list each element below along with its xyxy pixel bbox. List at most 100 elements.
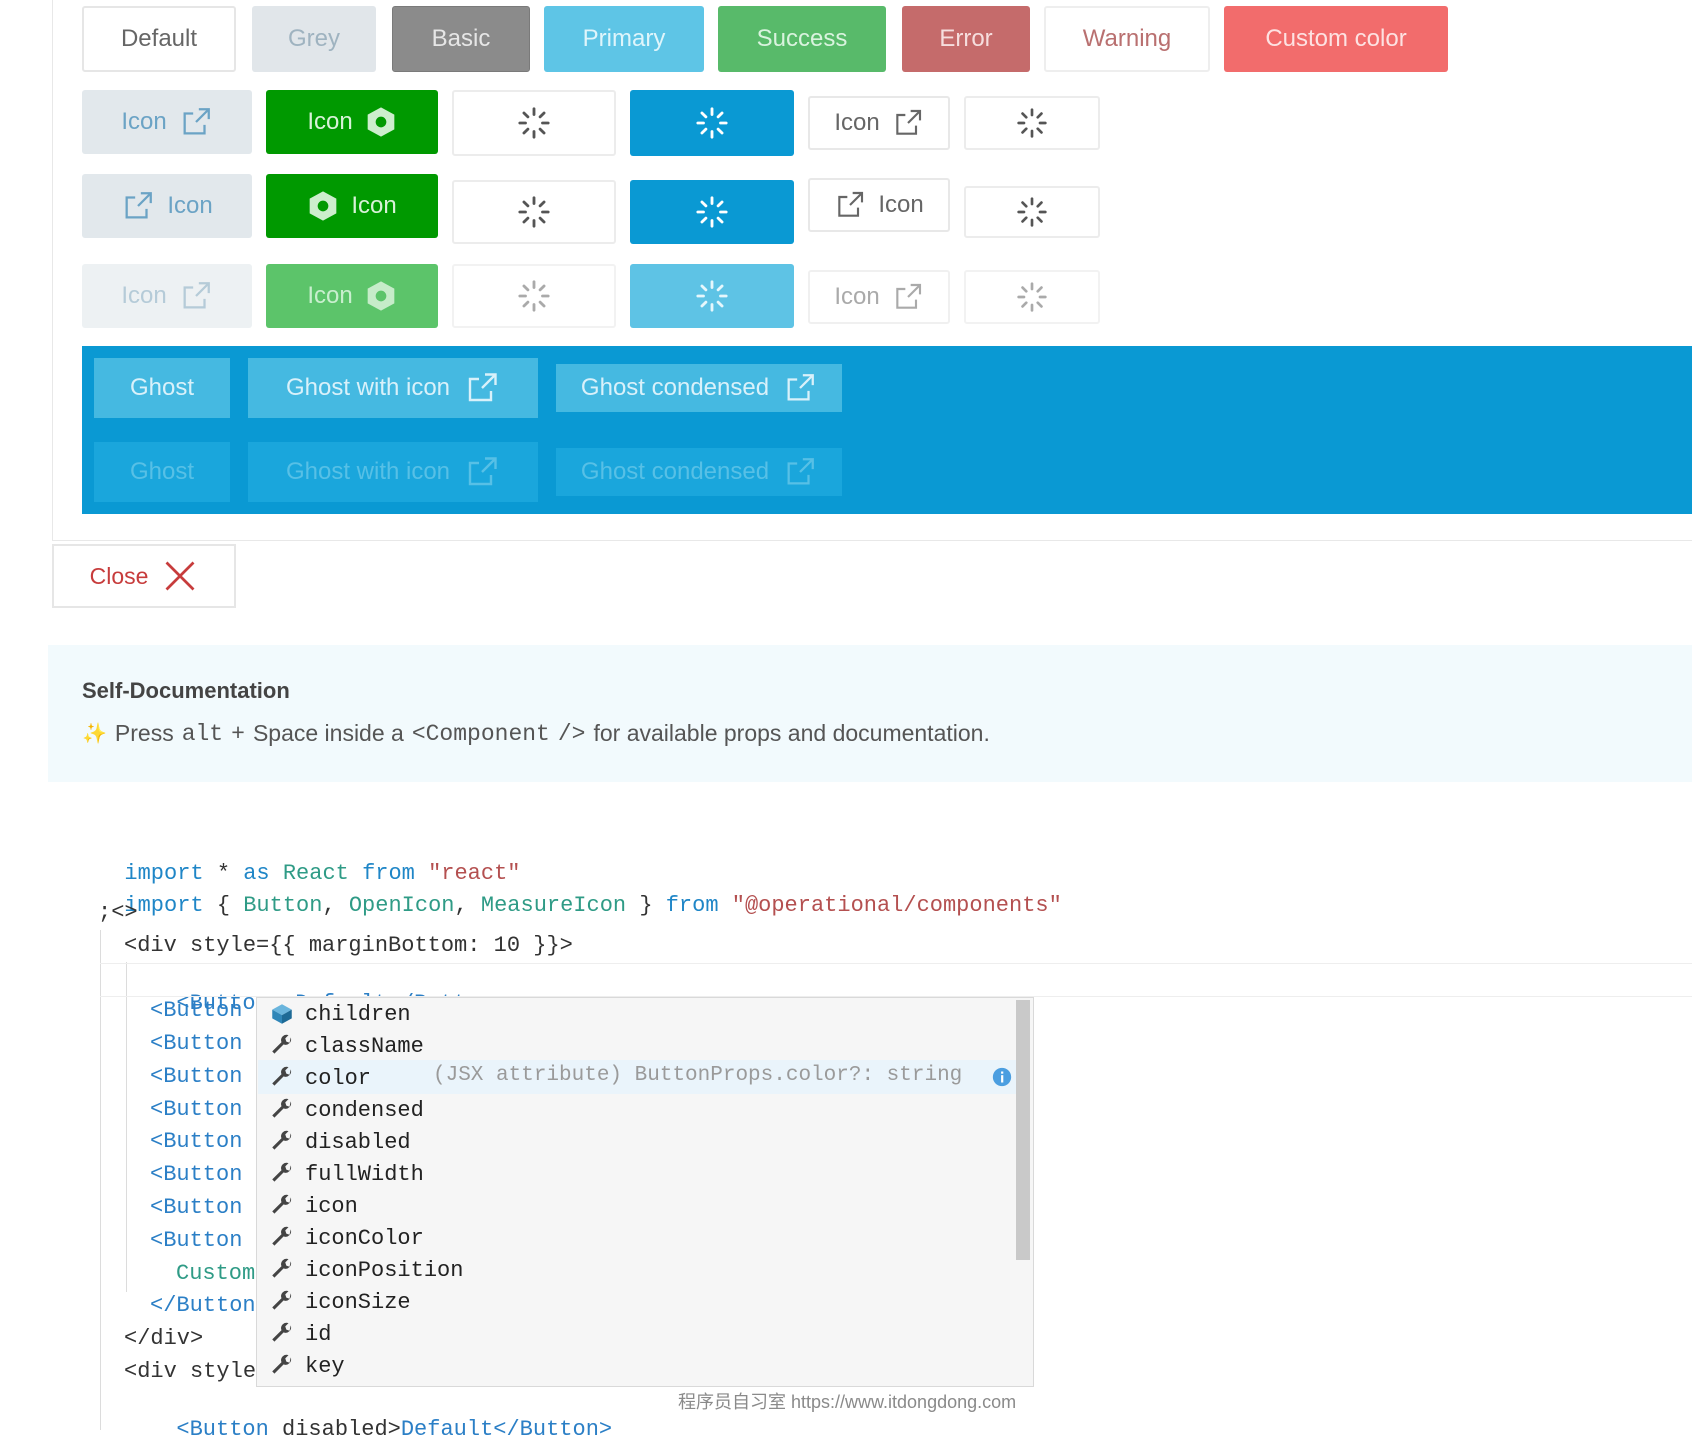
code-token: OpenIcon: [348, 893, 455, 918]
loading-button-white[interactable]: [452, 180, 616, 244]
external-link-icon: [468, 457, 497, 486]
autocomplete-item-label: iconSize: [305, 1289, 411, 1315]
success-button[interactable]: Success: [718, 6, 886, 72]
icon-button-label: Icon: [834, 283, 880, 310]
hint-close-tag: />: [557, 720, 586, 747]
wrench-icon: [272, 1066, 292, 1086]
icon-button-right-grey[interactable]: Icon: [82, 90, 252, 154]
icon-button-left-white[interactable]: Icon: [808, 178, 950, 232]
autocomplete-item[interactable]: iconSize: [269, 1286, 411, 1318]
loading-button-blue[interactable]: [630, 90, 794, 156]
spinner-icon: [1017, 108, 1047, 138]
autocomplete-item[interactable]: className: [269, 1030, 424, 1062]
sparkle-icon: ✨: [82, 723, 107, 745]
code-line-button: <Button: [150, 1129, 243, 1154]
ghost-button-disabled: Ghost: [94, 442, 230, 502]
icon-button-left-green[interactable]: Icon: [266, 174, 438, 238]
code-line-div-style: <div style: [124, 1359, 257, 1384]
error-button[interactable]: Error: [902, 6, 1030, 72]
external-link-icon: [183, 282, 210, 309]
code-line-button: <Button: [150, 1195, 243, 1220]
wrench-icon: [272, 1130, 292, 1150]
hint-rest: for available props and documentation.: [593, 720, 990, 746]
primary-button-label: Primary: [582, 25, 666, 52]
external-link-icon: [838, 191, 864, 217]
icon-button-disabled-white: Icon: [808, 270, 950, 324]
code-line-button: <Button: [150, 1031, 243, 1056]
icon-button-right-green[interactable]: Icon: [266, 90, 438, 154]
loading-button-blue[interactable]: [630, 180, 794, 244]
autocomplete-item[interactable]: iconPosition: [269, 1254, 463, 1286]
hexagon-icon: [367, 281, 395, 311]
loading-button-white[interactable]: [452, 90, 616, 156]
autocomplete-item-label: color: [305, 1065, 372, 1091]
code-line-div-close: </div>: [124, 1326, 204, 1351]
default-button[interactable]: Default: [82, 6, 236, 72]
autocomplete-item[interactable]: id: [269, 1318, 331, 1350]
ghost-condensed-button[interactable]: Ghost condensed: [556, 364, 842, 412]
code-token: MeasureIcon: [480, 893, 627, 918]
cube-icon: [272, 1004, 292, 1024]
icon-button-label: Icon: [167, 192, 213, 219]
grey-button-label: Grey: [287, 25, 340, 52]
code-line-button: <Button: [150, 998, 243, 1023]
basic-button[interactable]: Basic: [392, 6, 530, 72]
panel-bottom-border: [52, 540, 1692, 541]
autocomplete-item[interactable]: icon: [269, 1190, 358, 1222]
icon-button-left-grey[interactable]: Icon: [82, 174, 252, 238]
ghost-with-icon-button[interactable]: Ghost with icon: [248, 358, 538, 418]
autocomplete-popup[interactable]: children className color (JSX attribute)…: [256, 997, 1034, 1387]
autocomplete-item[interactable]: fullWidth: [269, 1158, 424, 1190]
close-button[interactable]: Close: [52, 544, 236, 608]
spinner-icon: [518, 280, 550, 312]
warning-button-label: Warning: [1082, 25, 1172, 52]
hexagon-icon: [367, 107, 395, 137]
custom-color-button[interactable]: Custom color: [1224, 6, 1448, 72]
wrench-icon: [272, 1098, 292, 1118]
icon-button-label: Icon: [307, 282, 353, 309]
wrench-icon: [272, 1194, 292, 1214]
ghost-button[interactable]: Ghost: [94, 358, 230, 418]
loading-button-small[interactable]: [964, 186, 1100, 238]
autocomplete-scrollbar[interactable]: [1016, 1000, 1030, 1260]
code-line-custom: Custom: [176, 1261, 256, 1286]
wrench-icon: [272, 1290, 292, 1310]
autocomplete-item[interactable]: iconColor: [269, 1222, 424, 1254]
code-token: }: [626, 893, 666, 918]
autocomplete-item-label: iconColor: [305, 1225, 424, 1251]
icon-button-disabled-grey: Icon: [82, 264, 252, 328]
ghost-condensed-button-disabled: Ghost condensed: [556, 448, 842, 496]
code-line-disabled-button: <Button disabled>Default</Button>: [150, 1392, 612, 1442]
grey-button[interactable]: Grey: [252, 6, 376, 72]
icon-button-right-white[interactable]: Icon: [808, 96, 950, 150]
code-token: ,: [322, 893, 349, 918]
ghost-with-icon-button-disabled: Ghost with icon: [248, 442, 538, 502]
hint-plus: +: [231, 720, 245, 747]
autocomplete-item-label: children: [305, 1001, 411, 1027]
autocomplete-item[interactable]: children: [269, 998, 411, 1030]
hint-component: <Component: [411, 720, 550, 747]
error-button-label: Error: [939, 25, 993, 52]
autocomplete-item[interactable]: condensed: [269, 1094, 424, 1126]
autocomplete-item-label: id: [305, 1321, 332, 1347]
autocomplete-item[interactable]: key: [269, 1350, 345, 1382]
code-token: ,: [454, 893, 481, 918]
autocomplete-item[interactable]: disabled: [269, 1126, 411, 1158]
active-line-highlight: [100, 963, 1692, 997]
default-button-label: Default: [120, 25, 198, 52]
code-line-button-close: </Button: [150, 1293, 256, 1318]
autocomplete-item-label: fullWidth: [305, 1161, 424, 1187]
autocomplete-item-selected[interactable]: color: [269, 1062, 371, 1094]
primary-button[interactable]: Primary: [544, 6, 704, 72]
info-icon[interactable]: [991, 1066, 1013, 1088]
close-icon: [165, 561, 195, 591]
external-link-icon: [787, 458, 814, 485]
wrench-icon: [272, 1354, 292, 1374]
autocomplete-item-label: className: [305, 1033, 424, 1059]
loading-button-small[interactable]: [964, 96, 1100, 150]
autocomplete-item-label: key: [305, 1353, 345, 1379]
code-token: {: [203, 893, 244, 918]
close-button-label: Close: [89, 562, 149, 589]
external-link-icon: [895, 283, 921, 309]
warning-button[interactable]: Warning: [1044, 6, 1210, 72]
